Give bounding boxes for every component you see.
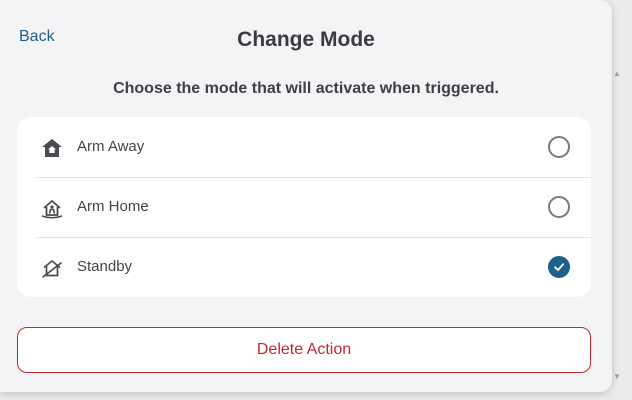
delete-action-button[interactable]: Delete Action	[17, 327, 591, 373]
arm-home-radio[interactable]	[548, 196, 570, 218]
page: Back Change Mode Choose the mode that wi…	[0, 0, 632, 400]
arm-home-icon	[40, 196, 64, 220]
arm-away-icon	[40, 136, 64, 160]
mode-option-standby[interactable]: Standby	[17, 237, 591, 297]
mode-options-list: Arm Away Arm Home Standby	[17, 117, 591, 297]
instructions-text: Choose the mode that will activate when …	[113, 80, 499, 97]
scroll-up-arrow-icon[interactable]: ▲	[612, 70, 622, 78]
mode-label: Arm Away	[77, 138, 145, 155]
scroll-down-arrow-icon[interactable]: ▼	[612, 373, 622, 381]
standby-icon	[40, 256, 64, 280]
standby-radio[interactable]	[548, 256, 570, 278]
checkmark-icon	[554, 263, 565, 271]
page-title: Change Mode	[237, 28, 375, 51]
arm-away-radio[interactable]	[548, 136, 570, 158]
mode-option-arm-away[interactable]: Arm Away	[17, 117, 591, 177]
mode-label: Standby	[77, 258, 133, 275]
mode-option-arm-home[interactable]: Arm Home	[17, 177, 591, 237]
change-mode-dialog: Back Change Mode Choose the mode that wi…	[0, 0, 612, 392]
mode-label: Arm Home	[77, 198, 149, 215]
